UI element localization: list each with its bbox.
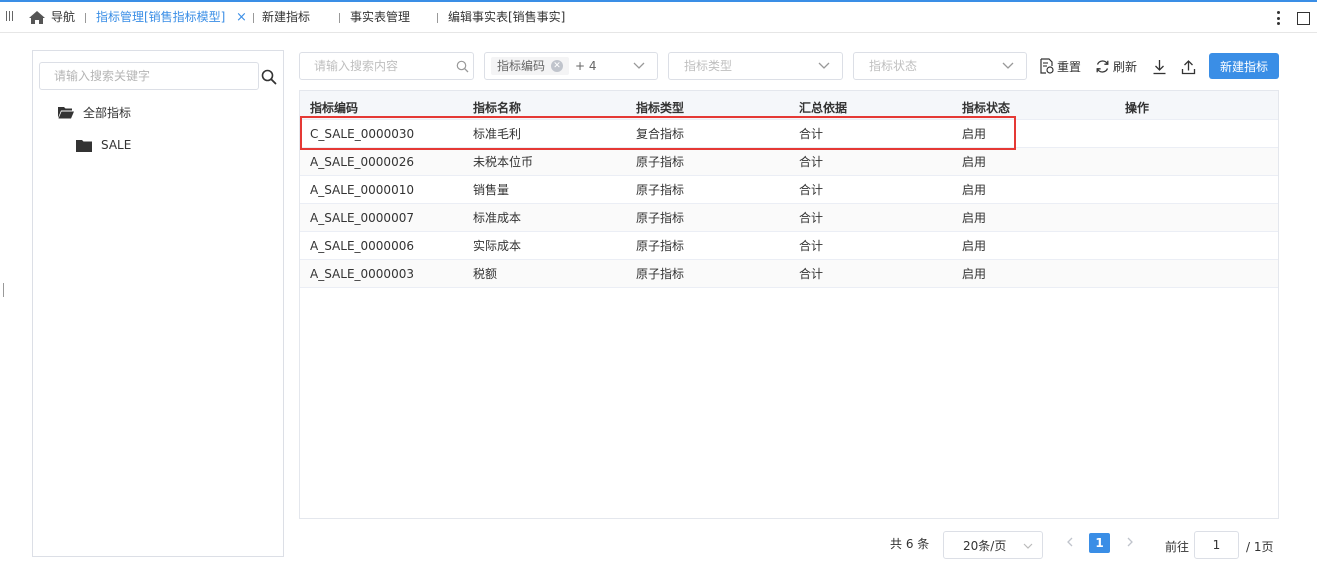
refresh-button[interactable]: 刷新: [1095, 57, 1137, 75]
goto-label: 前往: [1165, 540, 1190, 554]
metric-type-select[interactable]: 指标类型: [668, 52, 843, 80]
reset-button[interactable]: 重置: [1039, 57, 1081, 75]
upload-icon[interactable]: [1181, 58, 1196, 76]
folder-open-icon: [58, 107, 74, 119]
table-header: 指标编码 指标名称 指标类型 汇总依据 指标状态 操作: [300, 91, 1278, 120]
home-icon[interactable]: [29, 11, 45, 24]
cell-code: C_SALE_0000030: [310, 127, 415, 141]
metric-table: 指标编码 指标名称 指标类型 汇总依据 指标状态 操作 C_SALE_00000…: [299, 90, 1279, 519]
splitter-handle[interactable]: [3, 283, 4, 297]
metric-status-select[interactable]: 指标状态: [853, 52, 1027, 80]
chevron-down-icon: [1023, 543, 1033, 549]
cell-code: A_SALE_0000007: [310, 211, 414, 225]
table-row[interactable]: A_SALE_0000007 标准成本 原子指标 合计 启用: [300, 204, 1278, 232]
pagination-total: 共 6 条: [890, 537, 930, 551]
column-select[interactable]: 指标编码 ✕ + 4: [484, 52, 658, 80]
metric-tree-panel: 全部指标 SALE: [32, 50, 284, 557]
cell-name: 未税本位币: [473, 155, 534, 169]
cell-code: A_SALE_0000026: [310, 155, 414, 169]
tab-separator: [437, 13, 438, 23]
chevron-down-icon: [1002, 62, 1014, 69]
table-row[interactable]: C_SALE_0000030 标准毛利 复合指标 合计 启用: [300, 120, 1278, 148]
cell-type: 复合指标: [636, 127, 685, 141]
cell-status: 启用: [962, 127, 987, 141]
tab-separator: [85, 13, 86, 23]
tag-close-icon[interactable]: ✕: [551, 60, 564, 72]
more-options-icon[interactable]: [1273, 10, 1283, 26]
cell-name: 销售量: [473, 183, 510, 197]
cell-code: A_SALE_0000006: [310, 239, 414, 253]
table-row[interactable]: A_SALE_0000026 未税本位币 原子指标 合计 启用: [300, 148, 1278, 176]
metric-search-input[interactable]: [299, 52, 474, 80]
select-placeholder: 指标类型: [684, 59, 733, 73]
table-row[interactable]: A_SALE_0000010 销售量 原子指标 合计 启用: [300, 176, 1278, 204]
chevron-left-icon[interactable]: [1066, 537, 1074, 547]
sidebar-toggle-icon[interactable]: [6, 11, 16, 23]
cell-code: A_SALE_0000010: [310, 183, 414, 197]
tab-new-metric[interactable]: 新建指标: [262, 2, 310, 33]
folder-icon: [76, 139, 92, 152]
download-icon[interactable]: [1152, 58, 1167, 76]
new-metric-button[interactable]: 新建指标: [1209, 53, 1279, 79]
chevron-down-icon: [818, 62, 830, 69]
cell-name: 实际成本: [473, 239, 522, 253]
table-row[interactable]: A_SALE_0000003 税额 原子指标 合计 启用: [300, 260, 1278, 288]
current-page-button[interactable]: 1: [1089, 533, 1110, 553]
cell-aggregation: 合计: [799, 267, 824, 281]
cell-type: 原子指标: [636, 211, 685, 225]
cell-type: 原子指标: [636, 155, 685, 169]
cell-code: A_SALE_0000003: [310, 267, 414, 281]
select-placeholder: 指标状态: [869, 59, 918, 73]
cell-aggregation: 合计: [799, 211, 824, 225]
cell-status: 启用: [962, 267, 987, 281]
page-size-select[interactable]: 20条/页: [943, 531, 1043, 559]
cell-type: 原子指标: [636, 239, 685, 253]
tab-close-icon[interactable]: ×: [236, 2, 247, 33]
tree-node-all-metrics[interactable]: 全部指标: [58, 104, 131, 121]
tab-separator: [253, 13, 254, 23]
page-size-value: 20条/页: [963, 539, 1007, 553]
cell-status: 启用: [962, 183, 987, 197]
selected-tag: 指标编码 ✕: [491, 57, 570, 75]
tab-fact-table-management[interactable]: 事实表管理: [350, 2, 410, 33]
cell-status: 启用: [962, 155, 987, 169]
reset-icon: [1040, 58, 1054, 74]
tab-bar: 导航 指标管理[销售指标模型] × 新建指标 事实表管理 编辑事实表[销售事实]: [0, 2, 1317, 33]
cell-status: 启用: [962, 239, 987, 253]
chevron-right-icon[interactable]: [1126, 537, 1134, 547]
cell-name: 标准毛利: [473, 127, 522, 141]
tab-metric-management[interactable]: 指标管理[销售指标模型]: [96, 2, 225, 33]
refresh-icon: [1096, 59, 1109, 73]
cell-type: 原子指标: [636, 267, 685, 281]
tag-more-count: + 4: [575, 59, 597, 73]
cell-name: 标准成本: [473, 211, 522, 225]
tab-edit-fact-table[interactable]: 编辑事实表[销售事实]: [448, 2, 565, 33]
cell-aggregation: 合计: [799, 155, 824, 169]
tree-search-input[interactable]: [39, 62, 259, 90]
cell-name: 税额: [473, 267, 498, 281]
table-row[interactable]: A_SALE_0000006 实际成本 原子指标 合计 启用: [300, 232, 1278, 260]
tab-home[interactable]: 导航: [51, 2, 75, 33]
cell-aggregation: 合计: [799, 183, 824, 197]
chevron-down-icon: [633, 62, 645, 69]
tab-separator: [339, 13, 340, 23]
cell-type: 原子指标: [636, 183, 685, 197]
refresh-label: 刷新: [1113, 59, 1138, 74]
tree-node-label: 全部指标: [83, 106, 132, 120]
tree-node-label: SALE: [101, 138, 132, 152]
goto-page-input[interactable]: [1194, 531, 1239, 559]
reset-label: 重置: [1057, 59, 1082, 74]
search-icon[interactable]: [456, 60, 469, 73]
cell-aggregation: 合计: [799, 239, 824, 253]
search-icon[interactable]: [261, 69, 277, 85]
tag-label: 指标编码: [497, 59, 546, 73]
total-pages-label: / 1页: [1246, 540, 1274, 554]
maximize-icon[interactable]: [1297, 12, 1310, 25]
cell-aggregation: 合计: [799, 127, 824, 141]
cell-status: 启用: [962, 211, 987, 225]
tree-node-sale[interactable]: SALE: [76, 138, 131, 152]
